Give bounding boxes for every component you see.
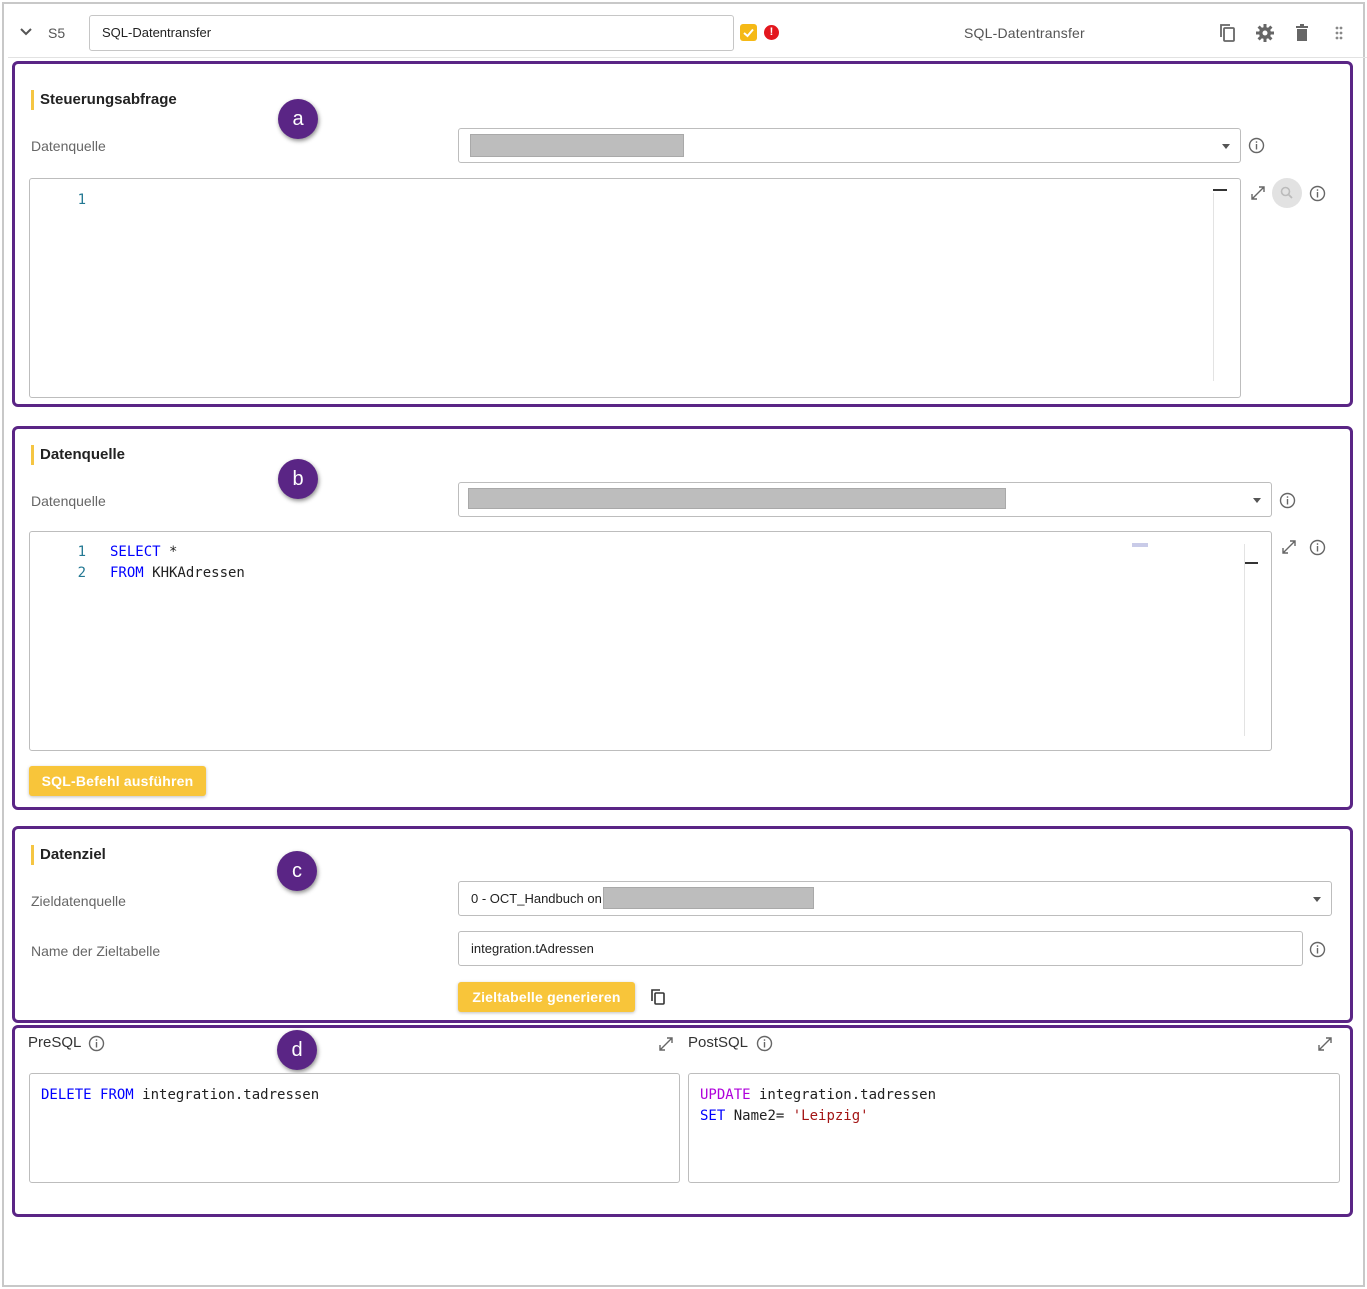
target-datasource-label: Zieldatenquelle <box>31 893 126 909</box>
info-icon[interactable] <box>88 1035 105 1052</box>
expand-icon[interactable] <box>1281 539 1297 555</box>
section-title: Datenquelle <box>31 445 125 465</box>
error-icon: ! <box>764 25 779 40</box>
sql-editor-control[interactable]: 1 <box>29 178 1241 398</box>
info-icon[interactable] <box>1248 137 1265 154</box>
code-line: UPDATE integration.tadressen <box>700 1087 937 1103</box>
gear-icon[interactable] <box>1254 22 1276 44</box>
code-line: SELECT * <box>110 544 178 560</box>
caret-down-icon <box>1222 144 1230 149</box>
scrollbar-thumb[interactable] <box>1244 562 1258 564</box>
callout-marker-a: a <box>278 99 318 139</box>
caret-down-icon <box>1253 498 1261 503</box>
expand-icon[interactable] <box>658 1036 674 1052</box>
info-icon[interactable] <box>1309 539 1326 556</box>
postsql-label: PostSQL <box>688 1034 749 1051</box>
line-number: 1 <box>77 544 86 560</box>
expand-icon[interactable] <box>1250 185 1266 201</box>
callout-marker-b: b <box>278 459 318 499</box>
target-datasource-select[interactable]: 0 - OCT_Handbuch on <box>458 881 1332 916</box>
caret-down-icon <box>1313 897 1321 902</box>
header-divider <box>8 57 1367 58</box>
copy-icon[interactable] <box>649 988 667 1006</box>
line-number: 1 <box>77 192 86 208</box>
selected-value: 0 - OCT_Handbuch on <box>471 891 602 906</box>
section-title: Datenziel <box>31 845 106 865</box>
section-pre-post-sql: d PreSQL PostSQL DELETE FROM integration… <box>12 1025 1353 1217</box>
section-datasource: Datenquelle b Datenquelle 1 2 SELECT * F… <box>12 426 1353 810</box>
scrollbar-thumb[interactable] <box>1213 189 1227 191</box>
section-title: Steuerungsabfrage <box>31 90 177 110</box>
presql-label: PreSQL <box>28 1034 82 1051</box>
expand-icon[interactable] <box>1317 1036 1333 1052</box>
drag-handle-icon[interactable] <box>1328 22 1350 44</box>
check-badge-icon <box>740 24 757 41</box>
info-icon[interactable] <box>1309 941 1326 958</box>
run-sql-button[interactable]: SQL-Befehl ausführen <box>29 766 206 796</box>
datasource-select[interactable] <box>458 128 1241 163</box>
callout-marker-d: d <box>277 1030 317 1070</box>
chevron-down-icon[interactable] <box>18 24 34 40</box>
step-type-name: SQL-Datentransfer <box>964 25 1085 41</box>
target-table-input[interactable]: integration.tAdressen <box>458 931 1303 966</box>
scrollbar-track[interactable] <box>1244 544 1245 736</box>
postsql-editor[interactable]: UPDATE integration.tadressen SET Name2= … <box>688 1073 1340 1183</box>
datasource-label: Datenquelle <box>31 138 106 154</box>
sql-editor-datasource[interactable]: 1 2 SELECT * FROM KHKAdressen <box>29 531 1272 751</box>
step-number: S5 <box>48 25 66 41</box>
step-title-input[interactable]: SQL-Datentransfer <box>89 15 734 51</box>
line-number: 2 <box>77 565 86 581</box>
generate-table-button[interactable]: Zieltabelle generieren <box>458 982 635 1012</box>
minimap <box>1132 543 1148 547</box>
datasource-label: Datenquelle <box>31 493 106 509</box>
code-line: DELETE FROM integration.tadressen <box>41 1087 320 1103</box>
info-icon[interactable] <box>1309 185 1326 202</box>
section-control-query: Steuerungsabfrage a Datenquelle 1 <box>12 61 1353 407</box>
search-button[interactable] <box>1272 178 1302 208</box>
code-line: SET Name2= 'Leipzig' <box>700 1108 869 1124</box>
target-table-label: Name der Zieltabelle <box>31 943 161 959</box>
presql-editor[interactable]: DELETE FROM integration.tadressen <box>29 1073 680 1183</box>
redacted-value <box>603 887 814 909</box>
datasource-select[interactable] <box>458 482 1272 517</box>
section-target: Datenziel c Zieldatenquelle 0 - OCT_Hand… <box>12 826 1353 1023</box>
scrollbar-track[interactable] <box>1213 193 1214 381</box>
redacted-value <box>470 134 684 157</box>
info-icon[interactable] <box>1279 492 1296 509</box>
callout-marker-c: c <box>277 851 317 891</box>
search-icon <box>1280 186 1293 199</box>
trash-icon[interactable] <box>1291 22 1313 44</box>
redacted-value <box>468 488 1006 509</box>
copy-icon[interactable] <box>1217 22 1239 44</box>
info-icon[interactable] <box>756 1035 773 1052</box>
code-line: FROM KHKAdressen <box>110 565 245 581</box>
